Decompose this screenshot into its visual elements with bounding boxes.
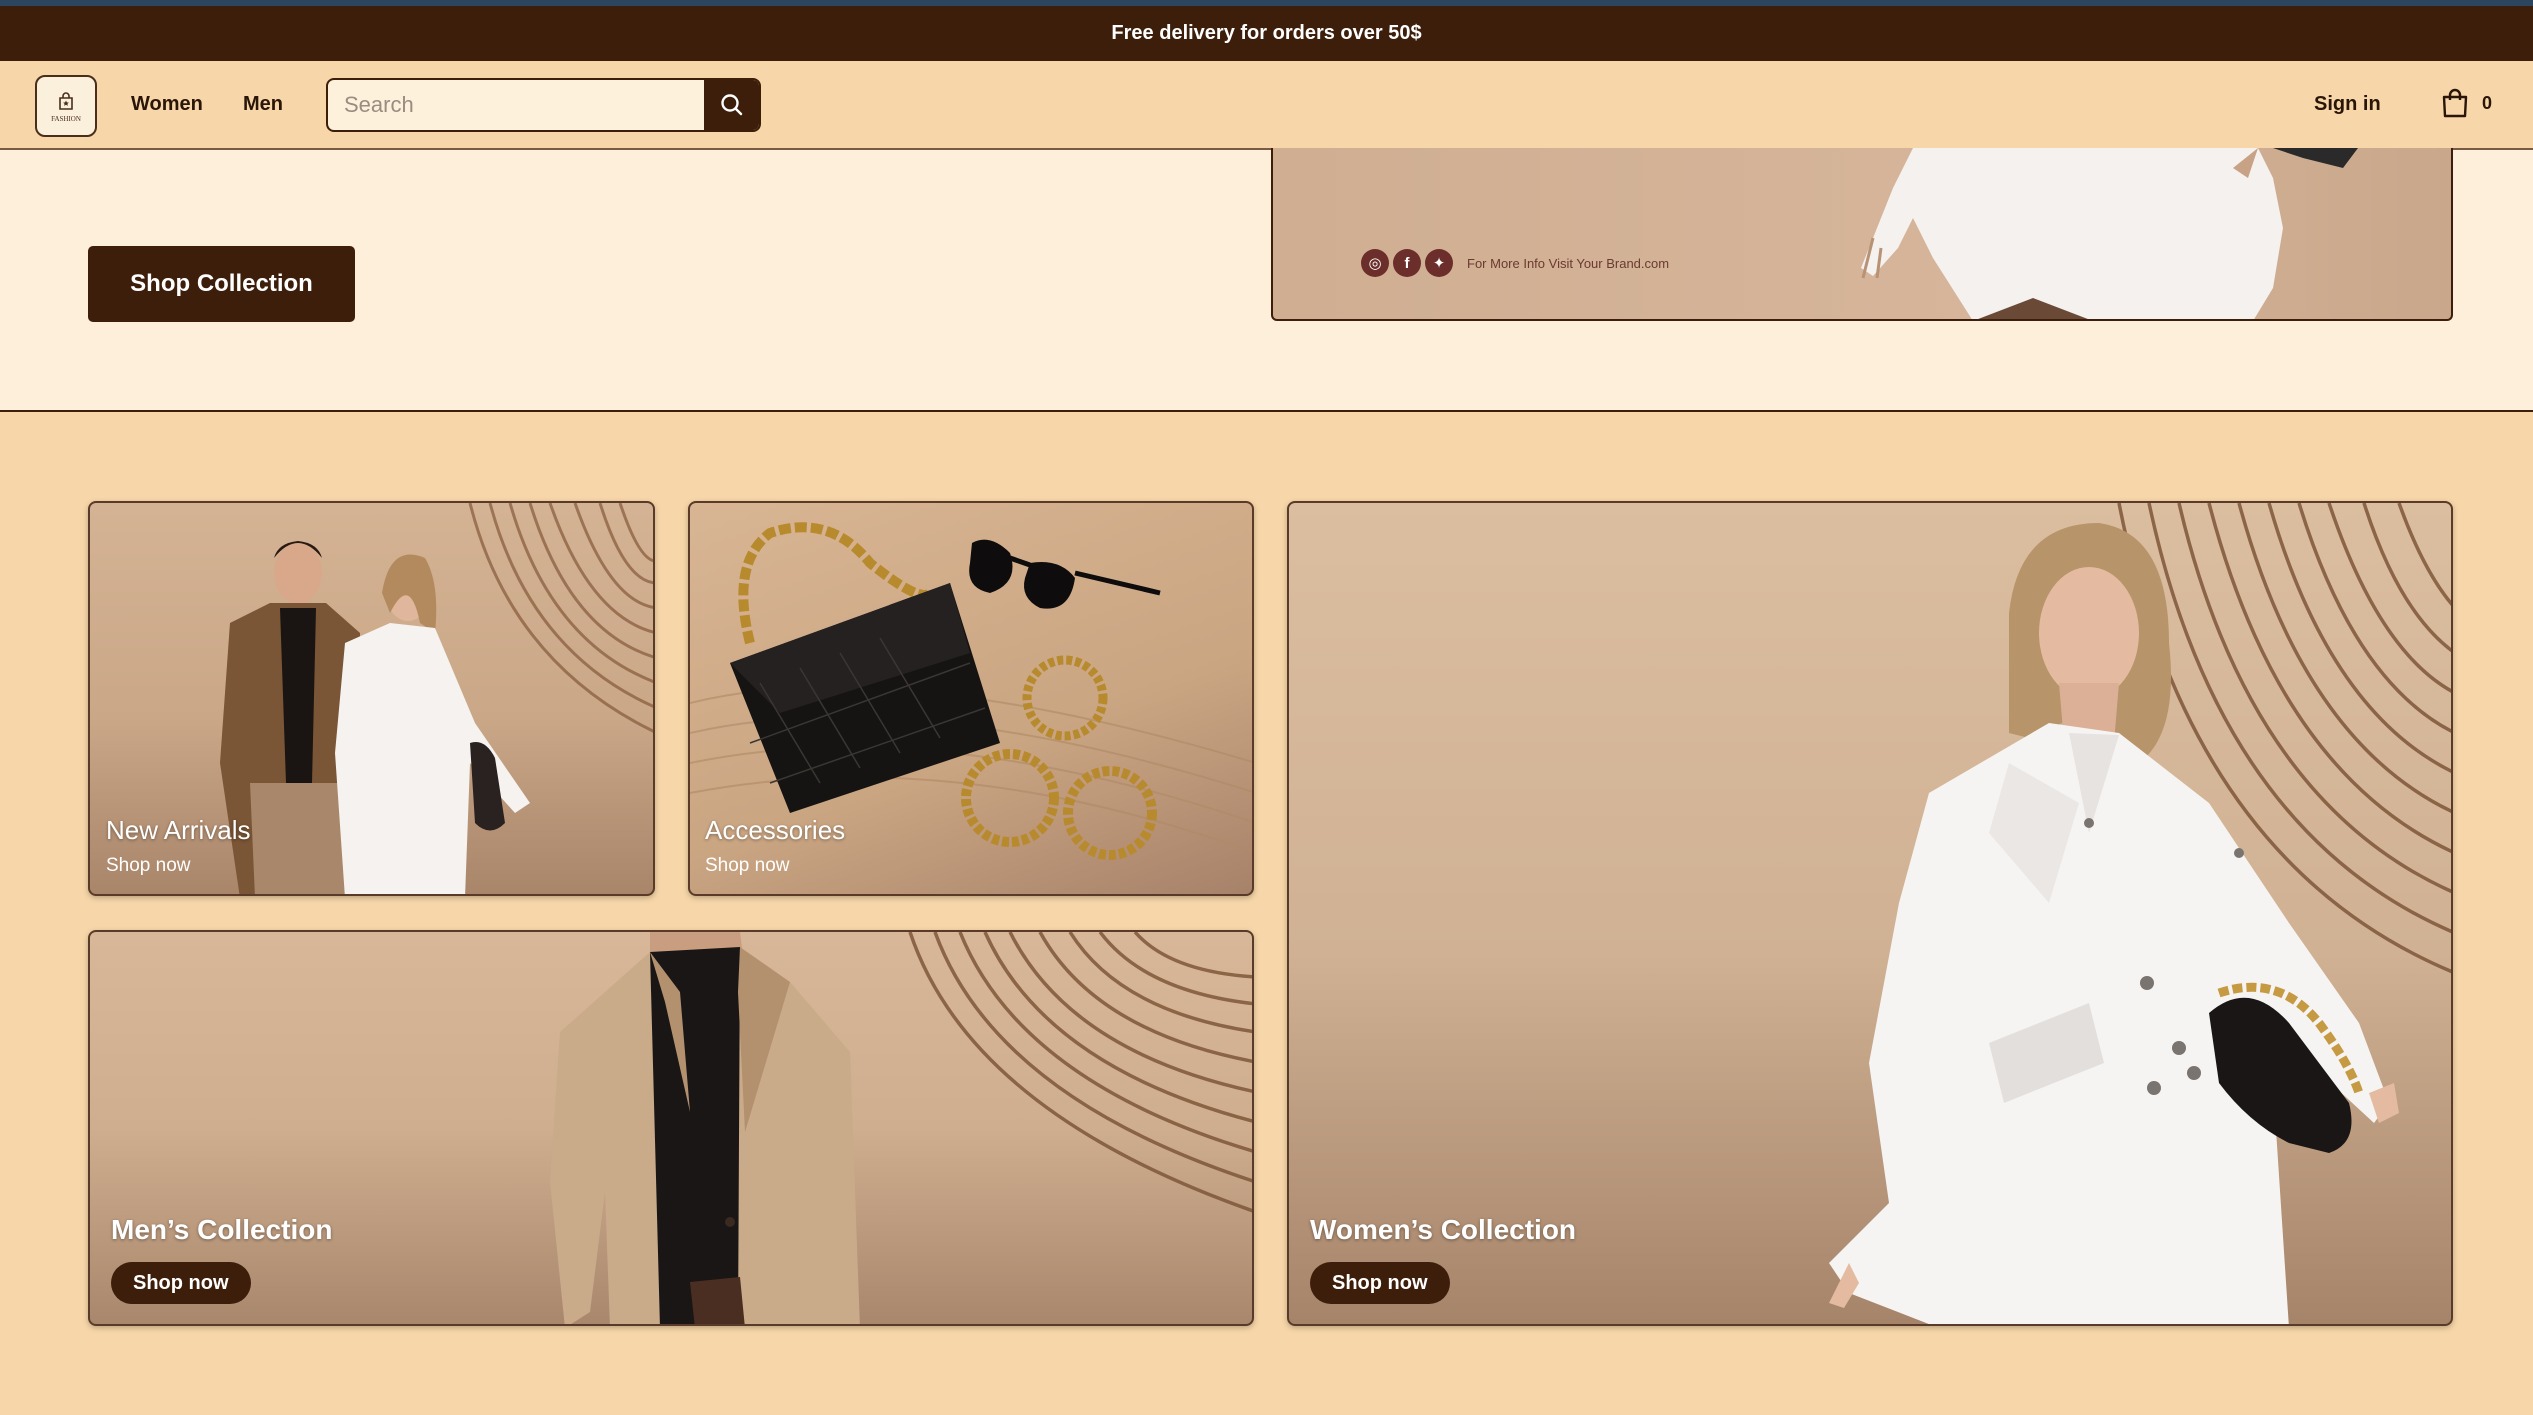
womens-collection-title: Women’s Collection — [1310, 1214, 1577, 1245]
new-arrivals-card[interactable]: New Arrivals Shop now — [88, 501, 655, 896]
cart-count: 0 — [2482, 92, 2493, 113]
hero-banner-image: ◎ f ✦ For More Info Visit Your Brand.com — [1271, 148, 2453, 321]
new-arrivals-title: New Arrivals — [106, 815, 251, 845]
promo-text: Free delivery for orders over 50$ — [1111, 22, 1422, 44]
cart-button[interactable]: 0 — [2440, 87, 2492, 119]
promo-banner: Free delivery for orders over 50$ — [0, 6, 2533, 61]
hero-section: Shop Collection ◎ f ✦ For More Info Visi… — [0, 148, 2533, 412]
sign-in-link[interactable]: Sign in — [2314, 93, 2381, 116]
nav-women[interactable]: Women — [131, 93, 203, 116]
shopping-bag-icon — [2442, 88, 2468, 118]
mens-shop-now-button[interactable]: Shop now — [111, 1262, 251, 1304]
logo-word: FASHION — [51, 114, 81, 123]
search-button[interactable] — [704, 80, 759, 130]
womens-collection-card[interactable]: Women’s Collection Shop now — [1287, 501, 2453, 1326]
shop-collection-button[interactable]: Shop Collection — [88, 246, 355, 322]
mens-collection-title: Men’s Collection — [111, 1214, 333, 1245]
accessories-card[interactable]: Accessories Shop now — [688, 501, 1254, 896]
search-bar — [326, 78, 761, 132]
social-icons: ◎ f ✦ For More Info Visit Your Brand.com — [1361, 249, 1669, 277]
navbar: FASHION Women Men Sign in 0 — [0, 61, 2533, 150]
mens-collection-card[interactable]: Men’s Collection Shop now — [88, 930, 1254, 1326]
instagram-icon[interactable]: ◎ — [1361, 249, 1389, 277]
facebook-icon[interactable]: f — [1393, 249, 1421, 277]
search-input[interactable] — [328, 80, 706, 130]
banner-brand-text: For More Info Visit Your Brand.com — [1467, 255, 1670, 271]
twitter-icon[interactable]: ✦ — [1425, 249, 1453, 277]
search-icon — [720, 94, 742, 116]
accessories-title: Accessories — [705, 815, 846, 845]
shopping-bag-logo-icon — [59, 91, 73, 110]
nav-men[interactable]: Men — [243, 93, 283, 116]
new-arrivals-shop-now[interactable]: Shop now — [106, 855, 191, 877]
accessories-shop-now[interactable]: Shop now — [705, 855, 790, 877]
logo[interactable]: FASHION — [35, 75, 97, 137]
womens-shop-now-button[interactable]: Shop now — [1310, 1262, 1450, 1304]
